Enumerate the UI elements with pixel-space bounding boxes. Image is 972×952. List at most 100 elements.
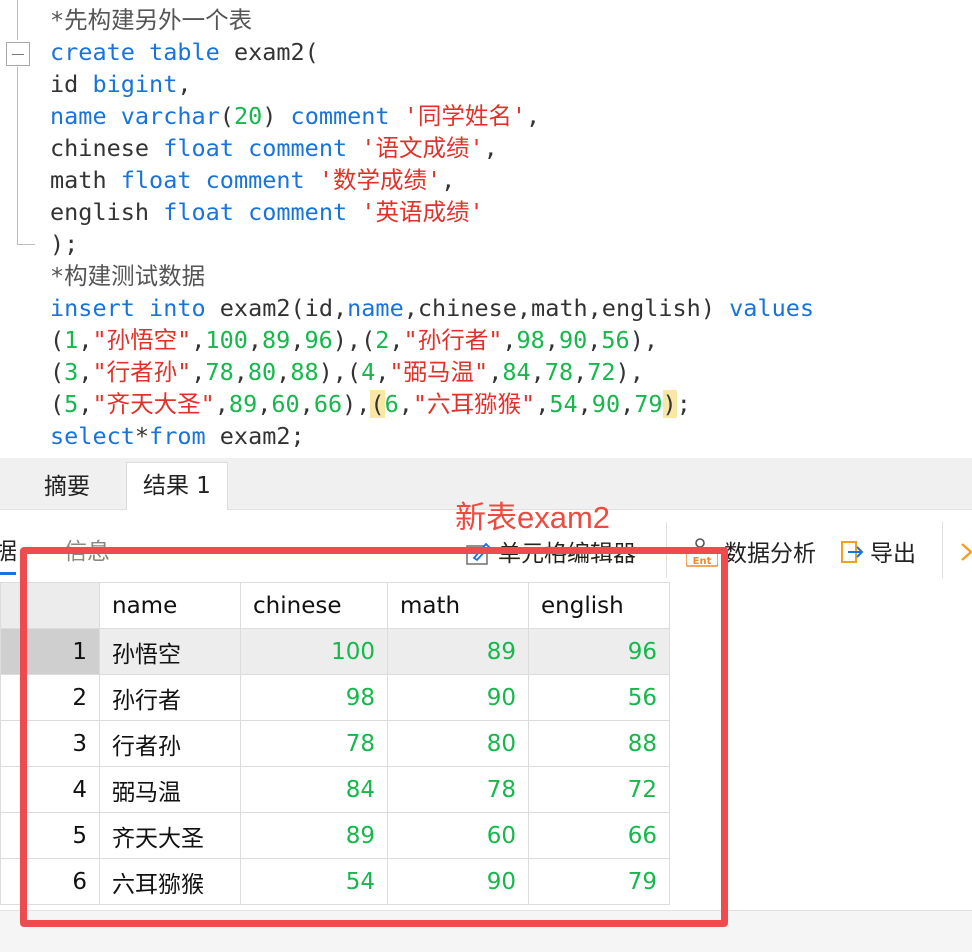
table-row[interactable]: 1 孙悟空 100 89 96 bbox=[0, 628, 670, 675]
tab-summary[interactable]: 摘要 bbox=[28, 464, 106, 510]
data-analysis-button[interactable]: Ent 数据分析 bbox=[685, 534, 816, 573]
column-header-math[interactable]: math bbox=[387, 582, 529, 629]
tab-result-1[interactable]: 结果 1 bbox=[126, 462, 228, 510]
cell-chinese[interactable]: 84 bbox=[240, 766, 388, 813]
cell-name[interactable]: 齐天大圣 bbox=[99, 812, 241, 859]
code-line[interactable]: chinese float comment '语文成绩', bbox=[50, 132, 498, 164]
cell-english[interactable]: 88 bbox=[528, 720, 670, 767]
column-header-name[interactable]: name bbox=[99, 582, 241, 629]
cell-english[interactable]: 96 bbox=[528, 628, 670, 675]
code-token: , bbox=[233, 358, 248, 386]
code-token: 72 bbox=[587, 358, 616, 386]
cell-name[interactable]: 六耳猕猴 bbox=[99, 858, 241, 905]
fold-end-marker bbox=[17, 244, 35, 245]
cell-chinese[interactable]: 98 bbox=[240, 674, 388, 721]
cell-name[interactable]: 孙悟空 bbox=[99, 628, 241, 675]
cell-math[interactable]: 60 bbox=[387, 812, 529, 859]
table-row[interactable]: 3 行者孙 78 80 88 bbox=[0, 720, 670, 767]
code-line[interactable]: create table exam2( bbox=[50, 36, 319, 68]
code-line[interactable]: insert into exam2(id,name,chinese,math,e… bbox=[50, 292, 814, 324]
cell-math[interactable]: 80 bbox=[387, 720, 529, 767]
row-number-header[interactable] bbox=[0, 582, 100, 629]
table-row[interactable]: 6 六耳猕猴 54 90 79 bbox=[0, 858, 670, 905]
more-tools-icon[interactable] bbox=[958, 542, 972, 568]
row-number[interactable]: 1 bbox=[0, 628, 100, 675]
cell-name[interactable]: 行者孙 bbox=[99, 720, 241, 767]
cell-math[interactable]: 90 bbox=[387, 858, 529, 905]
fold-collapse-icon[interactable] bbox=[6, 42, 30, 66]
code-token: 20 bbox=[233, 102, 263, 130]
subtab-info[interactable]: 信息 bbox=[64, 532, 110, 566]
row-number[interactable]: 5 bbox=[0, 812, 100, 859]
code-line[interactable]: (3,"行者孙",78,80,88),(4,"弼马温",84,78,72), bbox=[50, 356, 644, 388]
cell-editor-button[interactable]: 单元格编辑器 bbox=[464, 534, 636, 572]
result-table: name chinese math english 1 孙悟空 100 89 96 2 孙行… bbox=[0, 582, 670, 905]
cell-name[interactable]: 弼马温 bbox=[99, 766, 241, 813]
code-token: 3 bbox=[64, 358, 79, 386]
code-line[interactable]: *先构建另外一个表 bbox=[50, 4, 252, 36]
sql-editor[interactable]: *先构建另外一个表 create table exam2(id bigint, na… bbox=[0, 0, 972, 458]
code-token: , bbox=[398, 390, 413, 418]
cell-chinese[interactable]: 100 bbox=[240, 628, 388, 675]
code-token: float bbox=[163, 134, 234, 162]
code-token: bigint bbox=[92, 70, 178, 98]
code-token: ),( bbox=[318, 358, 362, 386]
column-header-chinese[interactable]: chinese bbox=[240, 582, 388, 629]
code-line[interactable]: (5,"齐天大圣",89,60,66),(6,"六耳猕猴",54,90,79); bbox=[50, 388, 691, 420]
code-token: comment bbox=[248, 134, 348, 162]
toolbar-divider bbox=[942, 522, 943, 578]
table-row[interactable]: 4 弼马温 84 78 72 bbox=[0, 766, 670, 813]
code-token: varchar bbox=[120, 102, 220, 130]
cell-chinese[interactable]: 89 bbox=[240, 812, 388, 859]
export-button[interactable]: 导出 bbox=[836, 534, 916, 572]
cell-math[interactable]: 90 bbox=[387, 674, 529, 721]
code-line[interactable]: id bigint, bbox=[50, 68, 192, 100]
code-token: ( bbox=[50, 358, 65, 386]
code-token: float bbox=[120, 166, 192, 194]
code-token: select bbox=[50, 422, 135, 450]
row-number[interactable]: 4 bbox=[0, 766, 100, 813]
row-number[interactable]: 2 bbox=[0, 674, 100, 721]
subtab-data[interactable]: 据 bbox=[0, 532, 17, 566]
cell-chinese[interactable]: 78 bbox=[240, 720, 388, 767]
code-token: "孙行者" bbox=[403, 326, 503, 354]
code-token: , bbox=[78, 326, 93, 354]
cell-math[interactable]: 89 bbox=[387, 628, 529, 675]
code-token: exam2(id, bbox=[205, 294, 348, 322]
table-row[interactable]: 5 齐天大圣 89 60 66 bbox=[0, 812, 670, 859]
code-line[interactable]: (1,"孙悟空",100,89,96),(2,"孙行者",98,90,56), bbox=[50, 324, 658, 356]
table-row[interactable]: 2 孙行者 98 90 56 bbox=[0, 674, 670, 721]
code-token: 88 bbox=[290, 358, 319, 386]
code-line[interactable]: select*from exam2; bbox=[50, 420, 305, 452]
code-line[interactable]: ); bbox=[50, 228, 78, 260]
column-header-english[interactable]: english bbox=[528, 582, 670, 629]
code-token: 80 bbox=[247, 358, 277, 386]
cell-chinese[interactable]: 54 bbox=[240, 858, 388, 905]
cell-math[interactable]: 78 bbox=[387, 766, 529, 813]
code-token: 2 bbox=[375, 326, 390, 354]
cell-english[interactable]: 66 bbox=[528, 812, 670, 859]
cell-name[interactable]: 孙行者 bbox=[99, 674, 241, 721]
cell-english[interactable]: 72 bbox=[528, 766, 670, 813]
code-line[interactable]: english float comment '英语成绩' bbox=[50, 196, 484, 228]
row-number[interactable]: 3 bbox=[0, 720, 100, 767]
code-token: '英语成绩' bbox=[361, 198, 484, 226]
code-token: chinese bbox=[50, 134, 164, 162]
code-token: ) bbox=[662, 390, 677, 418]
code-token: *构建测试数据 bbox=[50, 262, 206, 290]
result-grid[interactable]: name chinese math english 1 孙悟空 100 89 96 2 孙行… bbox=[0, 582, 972, 952]
code-token: ),( bbox=[332, 326, 376, 354]
export-label: 导出 bbox=[870, 541, 916, 567]
row-number[interactable]: 6 bbox=[0, 858, 100, 905]
code-token: id bbox=[50, 70, 93, 98]
code-line[interactable]: *构建测试数据 bbox=[50, 260, 205, 292]
cell-english[interactable]: 56 bbox=[528, 674, 670, 721]
code-token: 89 bbox=[262, 326, 291, 354]
code-token: float bbox=[163, 198, 234, 226]
cell-english[interactable]: 79 bbox=[528, 858, 670, 905]
code-line[interactable]: name varchar(20) comment '同学姓名', bbox=[50, 100, 540, 132]
code-line[interactable]: math float comment '数学成绩', bbox=[50, 164, 455, 196]
